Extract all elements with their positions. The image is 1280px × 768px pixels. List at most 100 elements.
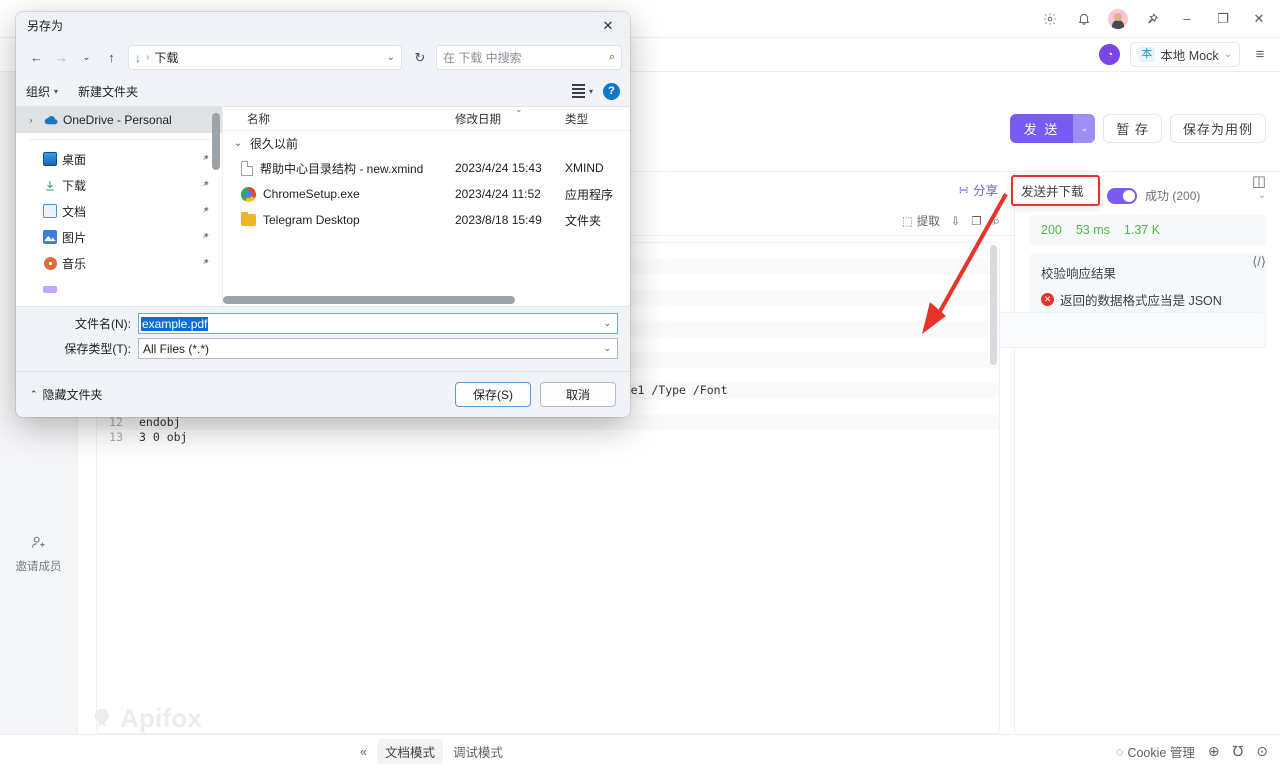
avatar[interactable] <box>1108 9 1128 29</box>
organize-button[interactable]: 组织 ▾ <box>26 83 58 100</box>
col-type[interactable]: 类型 <box>565 111 630 127</box>
file-list-horizontal-scrollbar[interactable] <box>223 296 515 304</box>
search-icon[interactable]: ⌕ <box>993 213 1000 229</box>
chevron-down-icon: ⌄ <box>1224 49 1232 60</box>
view-options-button[interactable]: ▾ <box>572 84 593 98</box>
hide-folders-toggle[interactable]: ⌃ 隐藏文件夹 <box>30 386 103 403</box>
send-and-download-menu-item[interactable]: 发送并下载 <box>1011 175 1100 206</box>
chevron-down-icon[interactable]: ⌄ <box>1258 190 1266 201</box>
tree-item-label: 桌面 <box>62 151 86 168</box>
response-stats: 200 53 ms 1.37 K <box>1029 215 1266 245</box>
up-one-level-icon[interactable]: ↑ <box>99 45 124 70</box>
pin-icon[interactable] <box>200 231 210 244</box>
file-list-header: 名称 修改日期 类型 ⌄ <box>223 107 630 131</box>
pin-icon[interactable] <box>200 153 210 166</box>
refresh-icon[interactable]: ↻ <box>408 50 432 66</box>
share-button[interactable]: ∺ 分享 <box>959 180 999 206</box>
back-icon[interactable]: ← <box>24 45 49 70</box>
recent-locations-icon[interactable]: ⌄ <box>74 45 99 70</box>
help-icon[interactable]: ⊙ <box>1256 743 1268 760</box>
new-folder-button[interactable]: 新建文件夹 <box>78 83 138 100</box>
tree-item-downloads[interactable]: 下载 <box>16 172 222 198</box>
tree-item-label: 音乐 <box>62 255 86 272</box>
tree-item-label: 下载 <box>62 177 86 194</box>
pin-icon[interactable] <box>200 179 210 192</box>
file-list: 名称 修改日期 类型 ⌄ ⌄ 很久以前 帮助中心目录结构 - new.xmind… <box>223 107 630 306</box>
minimize-button[interactable]: – <box>1176 8 1198 30</box>
tree-item-onedrive[interactable]: › OneDrive - Personal <box>16 107 222 133</box>
invite-member-label: 邀请成员 <box>16 558 62 574</box>
tree-scrollbar[interactable] <box>212 113 220 170</box>
mode-segment: 文档模式 调试模式 <box>377 739 511 764</box>
mock-env-selector[interactable]: 本 本地 Mock ⌄ <box>1130 42 1240 67</box>
tree-item-music[interactable]: 音乐 <box>16 250 222 276</box>
forward-icon[interactable]: → <box>49 45 74 70</box>
tree-item-partial[interactable] <box>16 276 222 302</box>
invite-member-button[interactable]: 邀请成员 <box>0 534 77 574</box>
save-as-case-button[interactable]: 保存为用例 <box>1170 114 1266 143</box>
extract-button[interactable]: ⬚ 提取 <box>902 213 940 229</box>
chevron-down-icon[interactable]: ⌄ <box>603 343 615 354</box>
shirt-icon[interactable]: ℧ <box>1233 743 1244 760</box>
breadcrumb[interactable]: ↓ › 下载 ⌄ <box>128 45 402 70</box>
pictures-icon <box>43 230 57 244</box>
upload-icon[interactable]: ⊕ <box>1208 743 1220 760</box>
panel-toggle-icon[interactable]: ◫ <box>1252 172 1266 190</box>
send-dropdown-caret-icon[interactable]: ⌄ <box>1073 114 1095 143</box>
chevron-down-icon[interactable]: ⌄ <box>603 318 615 329</box>
cookie-manage-button[interactable]: ◌ Cookie 管理 <box>1116 742 1195 761</box>
tree-item-label: 图片 <box>62 229 86 246</box>
gear-icon[interactable] <box>1040 9 1060 29</box>
download-icon[interactable]: ⇩ <box>951 214 961 228</box>
mode-doc[interactable]: 文档模式 <box>377 739 443 764</box>
hamburger-menu-icon[interactable]: ≡ <box>1250 45 1270 65</box>
file-list-item[interactable]: Telegram Desktop 2023/8/18 15:49 文件夹 <box>223 207 630 233</box>
view-list-icon <box>572 84 585 98</box>
help-icon[interactable]: ? <box>603 83 620 100</box>
col-modified[interactable]: 修改日期 <box>455 111 565 127</box>
tree-item-desktop[interactable]: 桌面 <box>16 146 222 172</box>
pin-icon[interactable] <box>1142 9 1162 29</box>
mode-debug[interactable]: 调试模式 <box>445 739 511 764</box>
save-button[interactable]: 保存(S) <box>455 382 531 407</box>
search-input[interactable]: 在 下载 中搜索 ⌕ <box>436 45 622 70</box>
tree-item-pictures[interactable]: 图片 <box>16 224 222 250</box>
col-name[interactable]: 名称 <box>223 111 455 127</box>
tree-item-documents[interactable]: 文档 <box>16 198 222 224</box>
error-icon: ✕ <box>1041 293 1054 306</box>
extract-icon: ⬚ <box>902 214 913 228</box>
share-label: 分享 <box>973 180 998 199</box>
search-placeholder: 在 下载 中搜索 <box>443 49 522 66</box>
download-folder-icon: ↓ <box>135 51 141 65</box>
collapse-sidebar-icon[interactable]: « <box>360 745 367 759</box>
bell-icon[interactable] <box>1074 9 1094 29</box>
send-label: 发 送 <box>1010 114 1074 143</box>
mock-env-label: 本地 Mock <box>1160 45 1218 64</box>
save-as-dialog: 另存为 ✕ ← → ⌄ ↑ ↓ › 下载 ⌄ ↻ 在 下载 中搜索 ⌕ 组织 ▾ <box>16 12 630 417</box>
twisty-icon[interactable]: ⌄ <box>231 138 245 149</box>
cancel-button[interactable]: 取消 <box>540 382 616 407</box>
share-icon: ∺ <box>959 182 969 197</box>
chevron-down-icon[interactable]: ⌄ <box>387 52 395 63</box>
maximize-button[interactable]: ❐ <box>1212 8 1234 30</box>
send-button[interactable]: 发 送 ⌄ <box>1010 114 1096 143</box>
code-vertical-scrollbar[interactable] <box>990 245 997 365</box>
validate-toggle[interactable] <box>1107 188 1137 204</box>
cookie-icon: ◌ <box>1116 745 1123 759</box>
code-snippet-icon[interactable]: ⟨/⟩ <box>1252 254 1266 270</box>
close-button[interactable]: ✕ <box>1248 8 1270 30</box>
pin-icon[interactable] <box>200 257 210 270</box>
file-list-item[interactable]: ChromeSetup.exe 2023/4/24 11:52 应用程序 <box>223 181 630 207</box>
pin-icon[interactable] <box>200 205 210 218</box>
download-icon <box>43 179 57 192</box>
twisty-icon[interactable]: › <box>24 115 38 125</box>
filetype-select[interactable]: All Files (*.*) ⌄ <box>138 338 618 359</box>
filename-input[interactable]: example.pdf ⌄ <box>138 313 618 334</box>
dialog-close-button[interactable]: ✕ <box>586 12 630 39</box>
save-draft-button[interactable]: 暂 存 <box>1103 114 1162 143</box>
copy-icon[interactable]: ❐ <box>971 214 981 228</box>
runner-icon[interactable]: ◔ <box>1099 44 1120 65</box>
file-group-header[interactable]: ⌄ 很久以前 <box>223 131 630 155</box>
file-list-item[interactable]: 帮助中心目录结构 - new.xmind 2023/4/24 15:43 XMI… <box>223 155 630 181</box>
sort-indicator-icon: ⌄ <box>515 104 523 115</box>
